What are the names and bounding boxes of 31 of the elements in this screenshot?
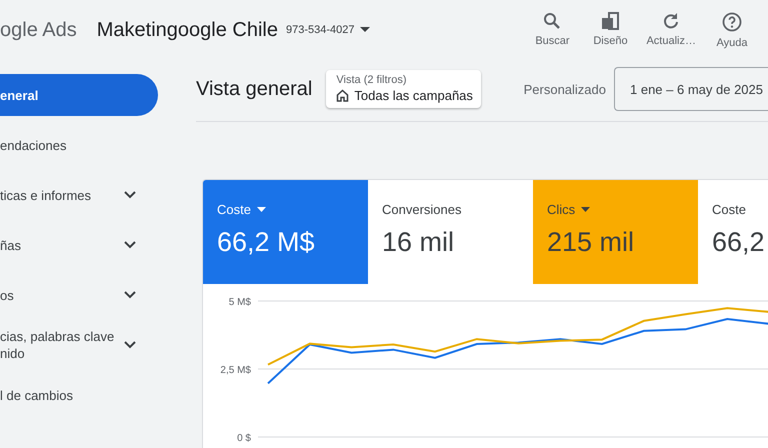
- nav-item[interactable]: cias, palabras clave nido: [0, 324, 158, 366]
- nav-item[interactable]: ñas: [0, 224, 158, 266]
- nav-item[interactable]: ticas e informes: [0, 174, 158, 216]
- search-icon: [543, 12, 562, 30]
- help-icon: [722, 12, 742, 32]
- nav-item[interactable]: endaciones: [0, 124, 158, 166]
- axis-label: 5 M$: [228, 297, 251, 308]
- view-filter-button[interactable]: Vista (2 filtros) Todas las campañas: [326, 70, 481, 108]
- dropdown-caret-icon: [256, 207, 266, 212]
- dropdown-caret-icon: [581, 207, 590, 212]
- toolbar-button[interactable]: Diseño: [584, 8, 636, 52]
- toolbar-button[interactable]: Ayuda: [706, 8, 758, 52]
- account-id: 973-534-4027: [286, 24, 354, 36]
- account-name: Maketingoogle Chile: [96, 18, 278, 42]
- product-name: ogle Ads: [0, 18, 77, 42]
- metric-tile[interactable]: Clics 215 mil: [533, 180, 698, 284]
- nav-item[interactable]: eneral: [0, 74, 158, 116]
- metric-tile[interactable]: Coste 66,2 M$: [203, 180, 368, 284]
- page-title: Vista general: [196, 78, 312, 100]
- nav-item[interactable]: l de cambios: [0, 374, 158, 416]
- bar-blocks-icon: [601, 12, 620, 30]
- axis-label: 2,5 M$: [220, 365, 251, 376]
- toolbar-button[interactable]: Buscar: [526, 8, 578, 52]
- axis-label: 0 $: [237, 433, 251, 444]
- dropdown-caret-icon[interactable]: [360, 27, 370, 33]
- home-icon: [336, 89, 350, 102]
- range-label: Personalizado: [524, 82, 606, 96]
- nav-item[interactable]: os: [0, 274, 158, 316]
- date-range-button[interactable]: 1 ene – 6 may de 2025: [614, 67, 768, 111]
- toolbar-button[interactable]: Actualiz…: [642, 8, 700, 52]
- refresh-icon: [662, 12, 680, 30]
